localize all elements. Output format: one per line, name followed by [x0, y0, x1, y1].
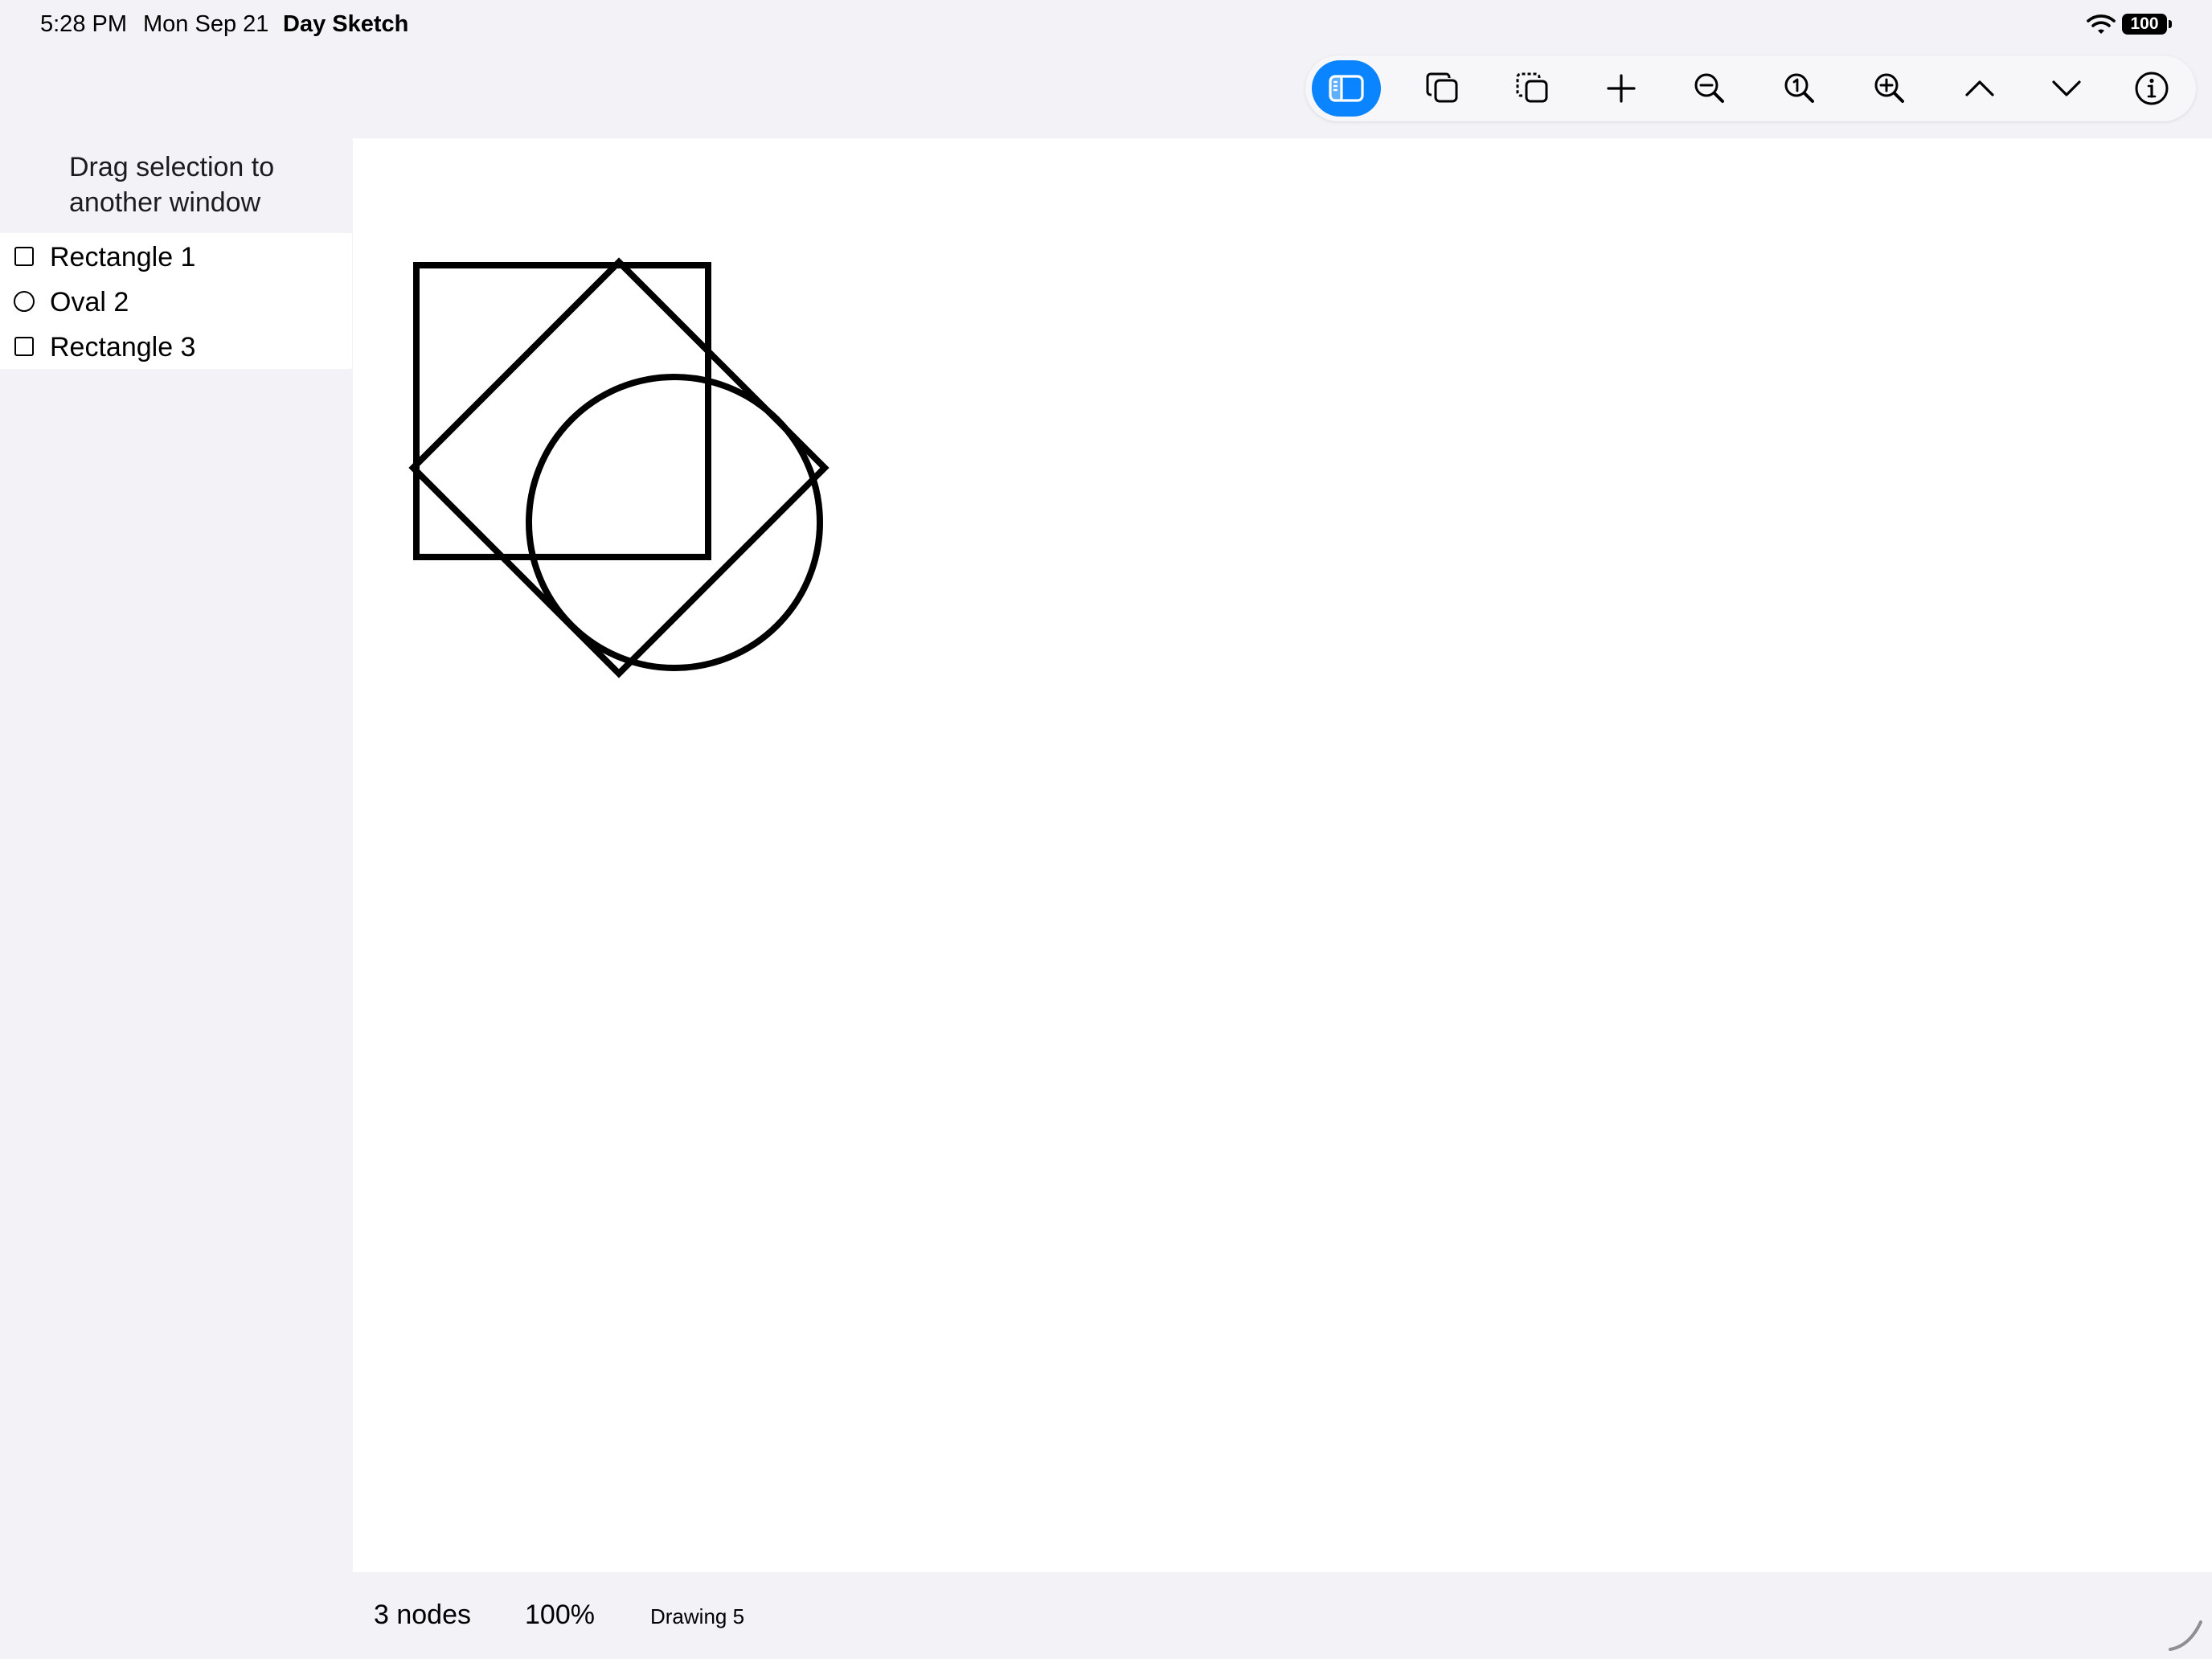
- document-name: Drawing 5: [650, 1604, 745, 1628]
- duplicate-button[interactable]: [1408, 60, 1477, 117]
- zoom-actual-size-icon: [1784, 73, 1814, 103]
- zoom-out-button[interactable]: [1675, 60, 1744, 117]
- battery-level: 100: [2130, 14, 2159, 33]
- oval-icon: [14, 291, 35, 312]
- zoom-out-icon: [1694, 73, 1724, 103]
- wifi-icon: [2087, 14, 2116, 34]
- plus-icon: [1607, 74, 1636, 103]
- resize-handle-icon[interactable]: [2165, 1614, 2206, 1654]
- chevron-up-icon: [1965, 80, 1994, 96]
- copy-selection-button[interactable]: [1498, 60, 1567, 117]
- drag-hint: Drag selection to another window: [69, 152, 275, 218]
- add-button[interactable]: [1587, 60, 1656, 117]
- move-up-button[interactable]: [1945, 60, 2014, 117]
- drawing-canvas[interactable]: [353, 138, 2212, 1572]
- duplicate-icon: [1426, 72, 1458, 103]
- status-date: Mon Sep 21: [143, 11, 269, 37]
- battery-indicator: 100: [2122, 14, 2173, 36]
- layer-list: Rectangle 1 Oval 2 Rectangle 3: [0, 233, 352, 369]
- dashed-copy-icon: [1516, 72, 1548, 103]
- canvas-drawing: [408, 257, 830, 678]
- shape-rectangle-3[interactable]: [408, 257, 830, 678]
- layer-item-rectangle-1[interactable]: Rectangle 1: [0, 233, 352, 278]
- info-button[interactable]: [2117, 60, 2186, 117]
- sidebar-toggle-button[interactable]: [1312, 60, 1381, 117]
- sidebar: Drag selection to another window Rectang…: [0, 138, 352, 1659]
- status-bar: 5:28 PM Mon Sep 21 Day Sketch 100: [0, 0, 2212, 51]
- layer-label: Rectangle 1: [50, 242, 196, 272]
- rectangle-icon: [14, 337, 34, 356]
- rectangle-icon: [14, 247, 34, 266]
- info-icon: [2135, 72, 2169, 105]
- node-count: 3 nodes: [374, 1600, 471, 1630]
- layer-item-oval-2[interactable]: Oval 2: [0, 278, 352, 323]
- status-footer: 3 nodes 100% Drawing 5: [353, 1572, 2212, 1659]
- layer-label: Oval 2: [50, 287, 129, 317]
- move-down-button[interactable]: [2032, 60, 2101, 117]
- zoom-level[interactable]: 100%: [525, 1600, 595, 1631]
- zoom-in-button[interactable]: [1855, 60, 1924, 117]
- layer-label: Rectangle 3: [50, 332, 196, 363]
- actual-size-button[interactable]: [1765, 60, 1834, 117]
- sidebar-icon: [1329, 75, 1364, 102]
- chevron-down-icon: [2052, 80, 2081, 96]
- layer-item-rectangle-3[interactable]: Rectangle 3: [0, 323, 352, 368]
- status-app-name: Day Sketch: [283, 11, 409, 37]
- status-time: 5:28 PM: [40, 11, 127, 37]
- zoom-in-icon: [1874, 73, 1904, 103]
- toolbar: [1305, 55, 2196, 121]
